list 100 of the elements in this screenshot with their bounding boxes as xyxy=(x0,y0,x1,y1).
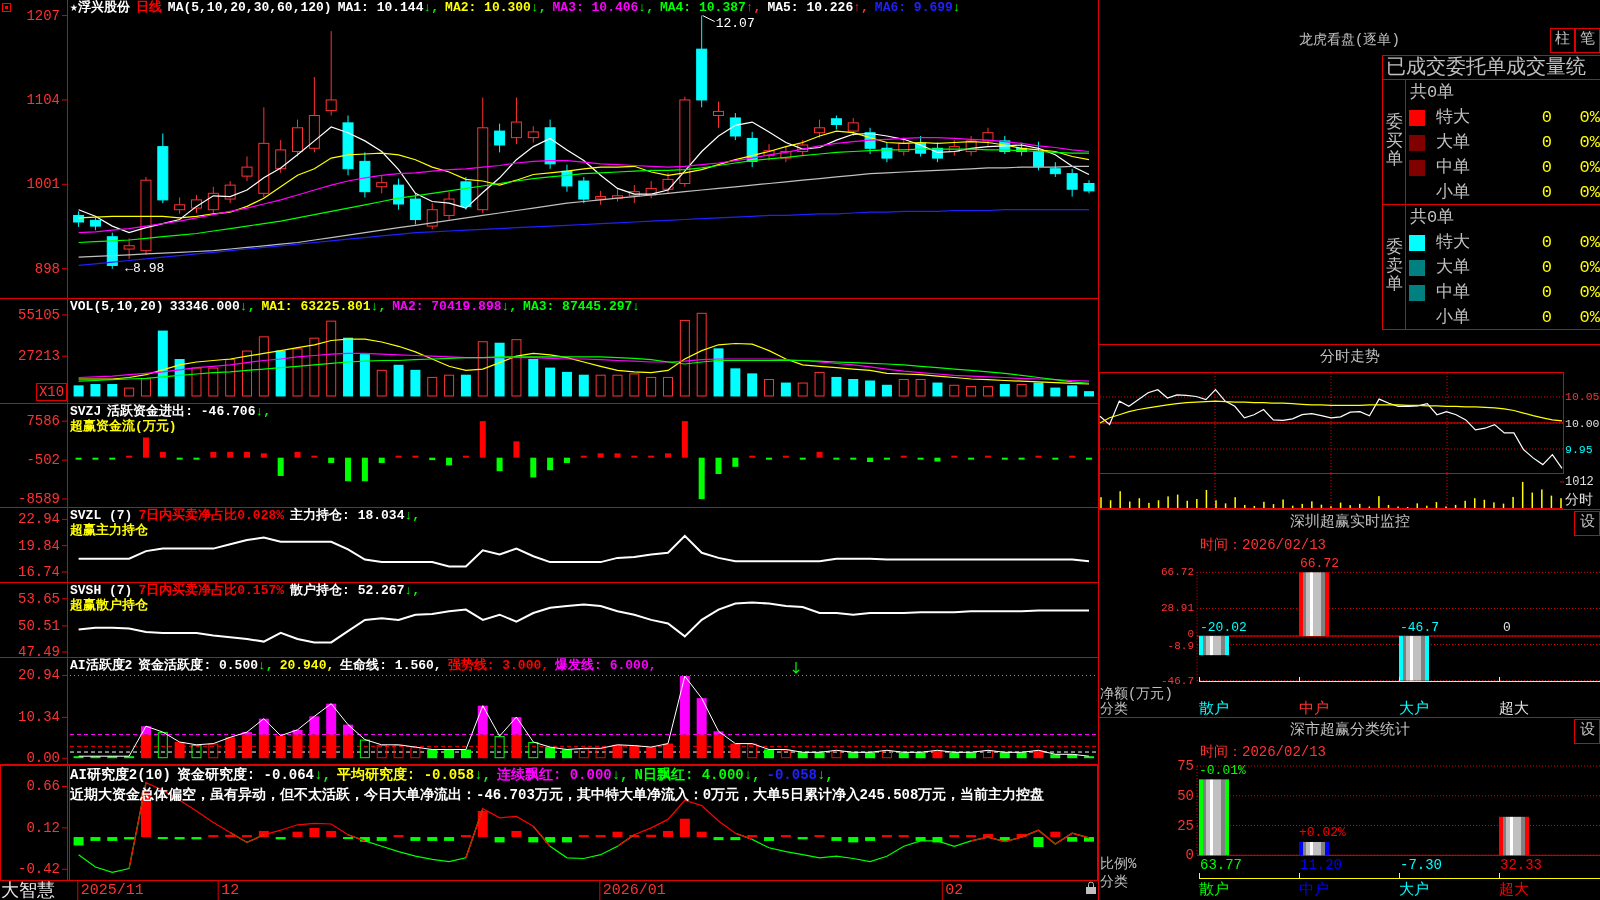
candlestick xyxy=(426,202,438,230)
candlestick xyxy=(612,188,623,202)
axis-title: 分类 xyxy=(1100,874,1128,890)
axis-label: 16.74 xyxy=(18,563,60,580)
legend-text: 连续飘红: 0.000 xyxy=(496,766,612,785)
axis-label: -0.42 xyxy=(18,861,60,878)
value-label: -46.7 xyxy=(1400,619,1439,635)
low-price-label: ←8.98 xyxy=(125,261,165,277)
axis-label: -502 xyxy=(26,452,60,469)
date-label: 12 xyxy=(221,882,240,899)
legend-text: N日飘红: 4.000 xyxy=(634,766,744,785)
category-label: 超大 xyxy=(1499,882,1529,899)
date-label: 2025/11 xyxy=(80,882,144,899)
candlestick xyxy=(224,180,236,204)
legend-text: 超赢资金流(万元) xyxy=(70,419,177,434)
candlestick xyxy=(359,151,371,198)
candlestick xyxy=(645,180,657,199)
legend-text: 爆发线: 6.000, xyxy=(555,658,657,673)
legend-text: ★浮兴股份 xyxy=(70,0,130,15)
candlestick xyxy=(544,119,556,170)
settings-button[interactable]: 设 xyxy=(1574,718,1600,744)
legend-text: MA6: 9.699 xyxy=(874,0,953,15)
candlestick xyxy=(814,119,826,139)
candlestick xyxy=(292,119,303,157)
trend-arrow: ↓, xyxy=(743,766,761,785)
candlestick xyxy=(780,145,792,163)
legend-text: MA3: 87445.297 xyxy=(523,299,633,314)
legend-text: -0.058 xyxy=(766,766,817,785)
order-count: 0 xyxy=(1540,306,1552,329)
legend-text: 超赢主力持仓 xyxy=(70,523,148,538)
axis-label: 7586 xyxy=(26,413,60,430)
order-ratio: 0% xyxy=(1578,131,1600,154)
axis-label: 19.84 xyxy=(18,537,60,554)
order-count: 0 xyxy=(1540,106,1552,129)
axis-label: 28.91 xyxy=(1161,602,1194,615)
axis-label: 1001 xyxy=(26,176,60,193)
candlestick xyxy=(123,237,135,260)
order-size-label: 特大 xyxy=(1436,231,1471,254)
candlestick xyxy=(241,155,253,182)
group-label: 委买单 xyxy=(1385,113,1403,171)
trend-arrow: ↓, xyxy=(816,766,834,785)
order-size-label: 中单 xyxy=(1436,281,1471,304)
legend-text: 7日内买卖净占比0.157% xyxy=(138,583,285,598)
legend-text: MA1: 10.144 xyxy=(337,0,424,15)
order-total: 共0单 xyxy=(1410,206,1455,229)
legend-text: SVSH (7) xyxy=(70,583,133,598)
candlestick xyxy=(881,142,893,163)
axis-title: 分类 xyxy=(1100,701,1128,717)
change-label: +0.02% xyxy=(1299,825,1346,841)
trend-arrow: ↓ xyxy=(632,299,641,314)
order-ratio: 0% xyxy=(1578,181,1600,204)
candlestick xyxy=(561,164,573,193)
trend-arrow: ↓, xyxy=(370,299,387,314)
trend-arrow: ↓, xyxy=(239,299,256,314)
axis-label: 66.72 xyxy=(1161,566,1194,579)
order-count: 0 xyxy=(1540,256,1552,279)
axis-label: 0 xyxy=(1185,847,1194,864)
unit-label: X10 xyxy=(36,383,67,401)
axis-label: 1012 xyxy=(1565,474,1594,489)
axis-label: 10.34 xyxy=(18,709,60,726)
trend-arrow: ↑, xyxy=(853,0,869,15)
candlestick xyxy=(1066,168,1078,198)
trend-arrow: ↓, xyxy=(314,766,331,785)
candlestick xyxy=(393,178,405,211)
settings-button[interactable]: 设 xyxy=(1574,510,1600,536)
axis-label: 1207 xyxy=(26,7,60,24)
change-label: -0.01% xyxy=(1199,762,1246,778)
legend-text: SVZJ xyxy=(70,404,102,419)
candlestick xyxy=(1083,179,1095,194)
order-ratio: 0% xyxy=(1578,281,1600,304)
axis-label: 898 xyxy=(34,260,60,277)
order-size-label: 小单 xyxy=(1436,306,1471,329)
order-count: 0 xyxy=(1540,281,1552,304)
axis-label: 75 xyxy=(1177,760,1194,774)
order-size-label: 大单 xyxy=(1436,131,1471,154)
trend-arrow: ↓, xyxy=(255,404,272,419)
legend-text: 资金活跃度: 0.500 xyxy=(138,658,258,673)
marker-icon xyxy=(2,3,11,12)
legend-text: MA1: 63225.801 xyxy=(261,299,371,314)
candlestick xyxy=(510,97,522,145)
candlestick xyxy=(628,184,640,204)
trend-arrow: ↓, xyxy=(423,0,440,15)
order-size-label: 小单 xyxy=(1436,181,1471,204)
view-toggle-button[interactable]: 柱 xyxy=(1550,28,1575,53)
order-count: 0 xyxy=(1540,181,1552,204)
category-label: 散户 xyxy=(1199,882,1229,899)
trend-arrow: ↓, xyxy=(611,766,629,785)
candlestick xyxy=(864,127,876,155)
category-label: 散户 xyxy=(1199,700,1229,717)
candlestick xyxy=(931,142,943,163)
axis-label: 10.00 xyxy=(1565,416,1600,430)
view-toggle-button[interactable]: 笔 xyxy=(1575,28,1600,53)
date-label: 02 xyxy=(945,882,964,899)
category-label: 超大 xyxy=(1499,700,1529,717)
axis-label: 47.49 xyxy=(18,644,60,657)
candlestick xyxy=(965,135,977,157)
candlestick xyxy=(982,127,994,147)
axis-title: 比例% xyxy=(1100,856,1137,872)
legend-text: 散户持仓: 52.267 xyxy=(290,583,405,598)
trend-arrow: ↓, xyxy=(638,0,654,15)
